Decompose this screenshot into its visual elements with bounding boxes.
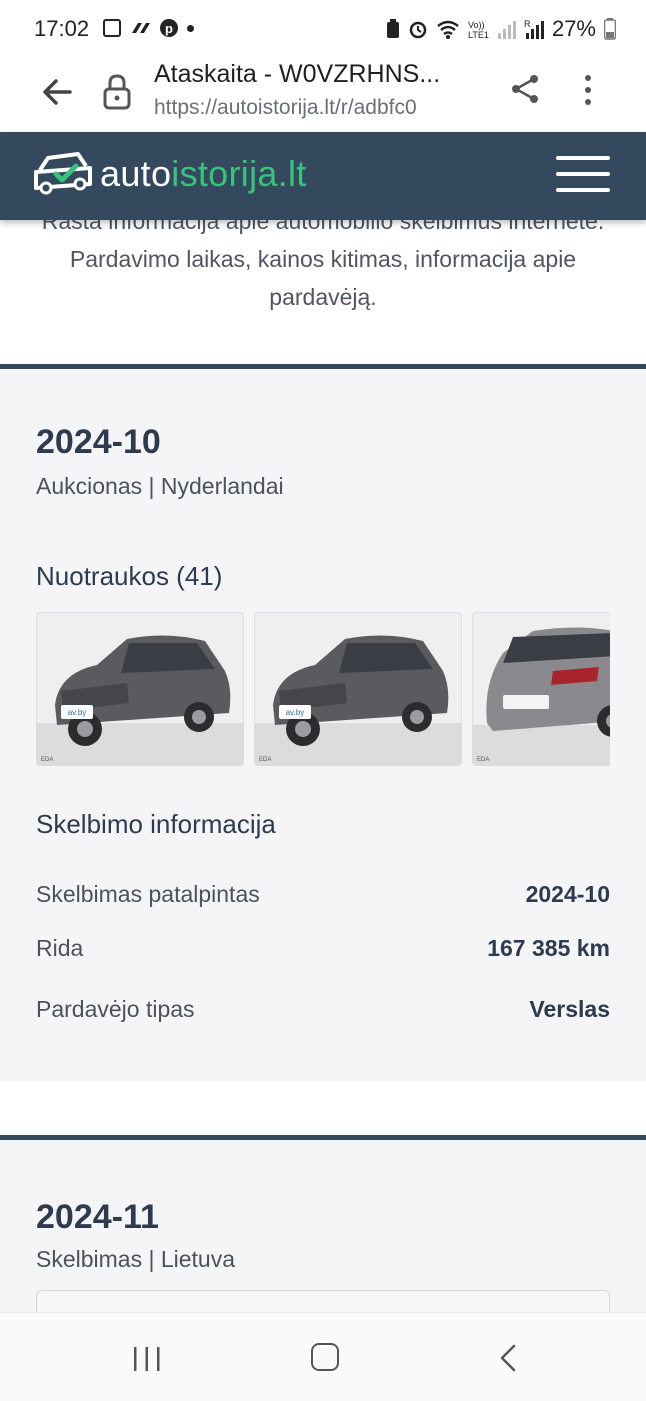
status-time: 17:02 <box>34 16 90 41</box>
system-navigation-bar <box>0 1312 646 1401</box>
listing-date: 2024-11 <box>36 1198 159 1236</box>
tag-icon <box>386 19 399 38</box>
site-header: autoistorija.lt <box>0 132 646 220</box>
pinterest-icon: p <box>160 19 178 37</box>
share-icon[interactable] <box>508 72 542 106</box>
info-row-value: 167 385 km <box>487 935 610 961</box>
link-icon <box>132 23 150 33</box>
back-arrow-icon[interactable] <box>38 72 78 112</box>
notification-dot-icon <box>187 24 194 32</box>
listing-info-heading: Skelbimo informacija <box>36 809 276 839</box>
photo-tag: EDA <box>477 757 489 763</box>
listing-date: 2024-10 <box>36 423 161 461</box>
svg-text:p: p <box>165 21 173 36</box>
logo-text-istorija: istorija.lt <box>171 153 307 194</box>
page-content: Rasta informacija apie automobilio skelb… <box>0 220 646 1312</box>
svg-text:Vo)): Vo)) <box>468 20 485 30</box>
photos-heading: Nuotraukos (41) <box>36 561 223 591</box>
alarm-icon <box>409 21 427 39</box>
info-row-value: 2024-10 <box>525 881 610 907</box>
info-row-label: Skelbimas patalpintas <box>36 881 260 907</box>
site-logo[interactable]: autoistorija.lt <box>34 150 307 198</box>
check-box-icon <box>103 19 121 37</box>
info-row-label: Rida <box>36 935 84 961</box>
listing-detail-box <box>36 1290 610 1312</box>
volte-icon: Vo))LTE1 <box>468 20 489 39</box>
info-row-value: Verslas <box>529 996 610 1022</box>
svg-text:LTE1: LTE1 <box>468 30 489 39</box>
battery-icon <box>604 18 616 40</box>
status-bar: 17:02 p Vo)) LTE1 R 27% <box>0 0 646 58</box>
more-vert-icon[interactable] <box>576 72 600 108</box>
lock-icon[interactable] <box>102 73 132 111</box>
plate-text: av.by <box>68 708 87 717</box>
photo-thumbnail[interactable]: av.by EDA <box>36 612 244 766</box>
status-notification-icons: p <box>103 18 194 38</box>
address-bar-url[interactable]: https://autoistorija.lt/r/adbfc0 <box>154 96 417 120</box>
hamburger-menu-icon[interactable] <box>556 156 610 196</box>
plate-text: av.by <box>286 708 305 717</box>
photo-thumbnail[interactable]: av.by EDA <box>254 612 462 766</box>
battery-percent: 27% <box>551 16 596 41</box>
svg-text:R: R <box>524 19 531 29</box>
browser-toolbar: Ataskaita - W0VZRHNS... https://autoisto… <box>0 58 646 132</box>
listing-subtitle: Skelbimas | Lietuva <box>36 1246 236 1272</box>
car-photo-rear: EDA <box>473 613 610 765</box>
page-title: Ataskaita - W0VZRHNS... <box>154 60 441 88</box>
photo-tag: EDA <box>41 757 53 763</box>
car-photo-front: av.by EDA <box>37 613 243 765</box>
photo-thumbnail[interactable]: EDA <box>472 612 610 766</box>
nav-back-icon[interactable] <box>498 1343 518 1373</box>
status-system-icons: Vo)) LTE1 R 27% <box>386 16 616 42</box>
photo-gallery[interactable]: av.by EDA av.by EDA EDA <box>36 612 610 766</box>
info-row-label: Pardavėjo tipas <box>36 996 195 1022</box>
logo-text-auto: auto <box>100 153 172 194</box>
signal-icon <box>497 21 516 39</box>
photo-tag: EDA <box>259 757 271 763</box>
listing-subtitle: Aukcionas | Nyderlandai <box>36 473 284 499</box>
car-photo-front: av.by EDA <box>255 613 461 765</box>
recent-apps-icon[interactable] <box>132 1345 162 1373</box>
intro-text: Rasta informacija apie automobilio skelb… <box>41 220 605 310</box>
home-icon[interactable] <box>311 1343 339 1371</box>
listing-card: 2024-10 Aukcionas | Nyderlandai Nuotrauk… <box>0 369 646 1081</box>
wifi-icon <box>437 20 459 39</box>
signal-r-icon: R <box>524 19 544 39</box>
car-check-logo-icon <box>34 152 92 195</box>
listing-card: 2024-11 Skelbimas | Lietuva <box>0 1140 646 1312</box>
